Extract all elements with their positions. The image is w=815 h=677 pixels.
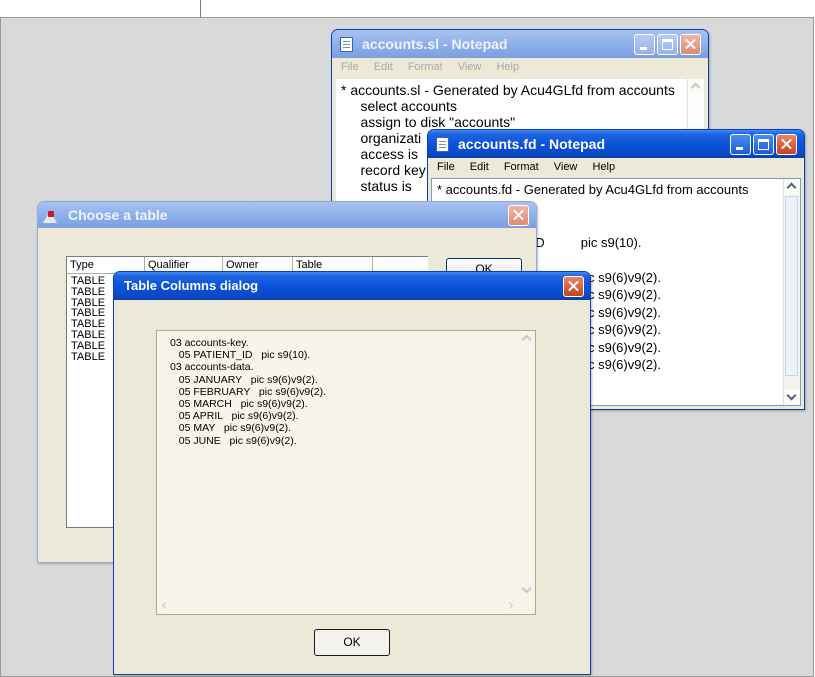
table-columns-dialog: Table Columns dialog 03 accounts-key. 05… xyxy=(113,271,591,675)
scroll-up-arrow[interactable] xyxy=(784,179,800,195)
menu-edit[interactable]: Edit xyxy=(374,61,393,73)
menu-edit[interactable]: Edit xyxy=(470,161,489,173)
scroll-up-arrow[interactable] xyxy=(519,331,535,347)
ok-button[interactable]: OK xyxy=(314,629,390,656)
scroll-down-arrow[interactable] xyxy=(519,582,535,598)
menu-bar: File Edit Format View Help xyxy=(335,58,705,77)
scroll-down-arrow[interactable] xyxy=(784,389,800,405)
maximize-button[interactable] xyxy=(657,34,678,55)
window-title: Choose a table xyxy=(68,207,168,223)
menu-help[interactable]: Help xyxy=(496,61,519,73)
maximize-button[interactable] xyxy=(753,134,774,155)
minimize-button[interactable] xyxy=(634,34,655,55)
menu-file[interactable]: File xyxy=(341,61,359,73)
app-icon xyxy=(43,209,57,223)
vertical-scrollbar[interactable] xyxy=(783,179,800,405)
menu-bar: File Edit Format View Help xyxy=(431,158,801,177)
menu-view[interactable]: View xyxy=(458,61,482,73)
title-bar[interactable]: Choose a table xyxy=(38,202,536,228)
title-bar[interactable]: accounts.fd - Notepad xyxy=(428,130,804,158)
notepad-icon xyxy=(436,137,449,152)
window-title: accounts.fd - Notepad xyxy=(458,136,606,152)
close-button[interactable] xyxy=(680,34,701,55)
scroll-left-arrow[interactable] xyxy=(157,598,173,614)
vertical-scrollbar[interactable] xyxy=(519,331,535,598)
window-title: Table Columns dialog xyxy=(124,278,259,293)
menu-format[interactable]: Format xyxy=(504,161,539,173)
close-button[interactable] xyxy=(508,205,529,226)
title-bar[interactable]: accounts.sl - Notepad xyxy=(332,30,708,58)
close-button[interactable] xyxy=(776,134,797,155)
menu-format[interactable]: Format xyxy=(408,61,443,73)
minimize-button[interactable] xyxy=(730,134,751,155)
scroll-thumb[interactable] xyxy=(785,196,798,376)
column-definitions-text: 03 accounts-key. 05 PATIENT_ID pic s9(10… xyxy=(170,337,326,447)
window-title: accounts.sl - Notepad xyxy=(362,36,508,52)
scroll-right-arrow[interactable] xyxy=(503,598,519,614)
close-button[interactable] xyxy=(563,276,584,297)
menu-help[interactable]: Help xyxy=(592,161,615,173)
notepad-icon xyxy=(340,37,353,52)
menu-file[interactable]: File xyxy=(437,161,455,173)
title-bar[interactable]: Table Columns dialog xyxy=(114,272,590,300)
horizontal-scrollbar[interactable] xyxy=(157,598,519,614)
top-divider-line xyxy=(200,0,201,17)
menu-view[interactable]: View xyxy=(554,161,578,173)
column-definitions-box[interactable]: 03 accounts-key. 05 PATIENT_ID pic s9(10… xyxy=(156,330,536,615)
desktop-canvas: accounts.sl - Notepad File Edit Format V… xyxy=(0,17,814,677)
scroll-up-arrow[interactable] xyxy=(688,79,704,95)
